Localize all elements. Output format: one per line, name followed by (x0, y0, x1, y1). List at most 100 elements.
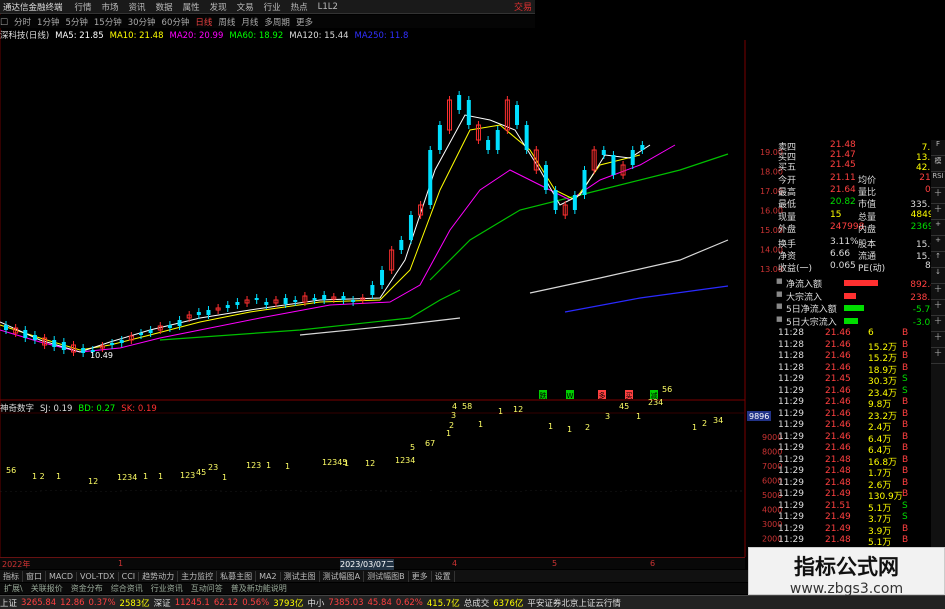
signal-label: 买 (626, 392, 633, 400)
period-tab[interactable]: 多周期 (264, 16, 290, 28)
toolbar-icon[interactable]: 十 (931, 348, 945, 364)
index-quote: 平安证券北京上证云行情 (527, 598, 621, 609)
info-tab[interactable]: 关联报价 (27, 583, 67, 594)
index-quote: 0.62% (395, 597, 423, 608)
candle-body (408, 215, 413, 240)
period-tab[interactable]: 更多 (296, 16, 313, 28)
index-quote: 中小 (307, 598, 325, 609)
period-tab[interactable]: 1分钟 (37, 16, 59, 28)
toolbar-icon[interactable]: ↓ (931, 268, 945, 284)
period-tab[interactable]: 分时 (14, 16, 31, 28)
indicator-tab[interactable]: 趋势动力 (139, 570, 179, 582)
toolbar-icon[interactable]: ↑ (931, 252, 945, 268)
candle-body (380, 270, 385, 285)
info-tab[interactable]: 行业资讯 (147, 583, 187, 594)
menu-item[interactable]: 数据 (156, 1, 173, 13)
period-tab[interactable]: 日线 (195, 16, 212, 28)
period-tab[interactable]: □ (0, 17, 8, 27)
stat-label: 现量 (778, 212, 797, 223)
count-label: 1 2 (32, 472, 45, 481)
order-book-row[interactable]: 买五21.4542.7万 (778, 160, 945, 173)
tick-time: 11:29 (778, 385, 804, 396)
tick-time: 11:29 (778, 512, 804, 522)
info-tab[interactable]: 扩展\ (0, 583, 27, 594)
toolbar-icon[interactable]: 十 (931, 332, 945, 348)
indicator-tab[interactable]: 测试幅图A (320, 570, 365, 582)
period-tab[interactable]: 15分钟 (94, 16, 122, 28)
toolbar-icon[interactable]: 十 (931, 204, 945, 220)
toolbar-icon[interactable]: 十 (931, 284, 945, 300)
tick-side: B (902, 408, 909, 419)
info-tab[interactable]: 互动问答 (187, 583, 227, 594)
indicator-tab[interactable]: 私募主图 (217, 570, 257, 582)
undefined (260, 491, 300, 498)
menu-item[interactable]: 发现 (210, 1, 227, 13)
period-tab[interactable]: 60分钟 (162, 16, 190, 28)
period-tab[interactable]: 月线 (241, 16, 258, 28)
indicator-tab[interactable]: 更多 (409, 570, 432, 582)
indicator-tab[interactable]: 设置 (432, 570, 455, 582)
indicator-tab[interactable]: 测试主图 (281, 570, 320, 582)
toolbar-icon[interactable]: 十 (931, 188, 945, 204)
toolbar-icon[interactable]: 十 (931, 300, 945, 316)
tick-time: 11:28 (778, 351, 804, 361)
indicator-tab[interactable]: 窗口 (23, 570, 46, 582)
period-tab[interactable]: 30分钟 (128, 16, 156, 28)
menu-item[interactable]: 市场 (102, 1, 119, 13)
indicator-tab[interactable]: 测试幅图B (364, 570, 409, 582)
candle-body (611, 155, 616, 175)
undefined (555, 472, 625, 491)
menu-item[interactable]: L1L2 (318, 2, 338, 12)
stat-row: 现量 15 总量 484949 (778, 210, 945, 223)
toolbar-icon[interactable]: 十 (931, 316, 945, 332)
menu-item[interactable]: 热点 (291, 1, 308, 13)
indicator-tab[interactable]: 主力监控 (178, 570, 218, 582)
tick-side: B (902, 454, 909, 465)
indicator-tab[interactable]: MA2 (256, 571, 281, 581)
app-title: 通达信金融终端 (3, 2, 63, 13)
indicator-tab[interactable]: VOL-TDX (77, 571, 119, 581)
info-tab[interactable]: 普及新功能说明 (227, 583, 291, 594)
tick-side: B (902, 362, 909, 373)
info-tab[interactable]: 综合资讯 (107, 583, 147, 594)
info-tab[interactable]: 资金分布 (67, 583, 107, 594)
order-level-label: 买五 (778, 163, 797, 173)
toolbar-icon[interactable]: F (931, 140, 945, 156)
tick-price: 21.46 (825, 362, 851, 373)
undefined (0, 486, 40, 491)
period-tab[interactable]: 周线 (218, 16, 235, 28)
count-label: 12 (88, 477, 98, 486)
menu-item[interactable]: 属性 (183, 1, 200, 13)
menu-item[interactable]: 文易 (237, 1, 254, 13)
menu-item[interactable]: 资讯 (129, 1, 146, 13)
undefined (120, 491, 220, 495)
trade-button[interactable]: 交易 (514, 0, 535, 13)
stat-row: 外盘 247998 内盘 236951 (778, 222, 945, 235)
fund-flow-row: ■ 5日大宗流入 -3.02亿 (776, 315, 945, 328)
candle-body (322, 295, 327, 300)
candle-body (264, 302, 269, 305)
stat-row: 换手3.11%股本15.6亿 (778, 237, 945, 250)
toolbar-icon[interactable]: + (931, 220, 945, 236)
menu-item[interactable]: 行情 (75, 1, 92, 13)
indicator-tab[interactable]: 指标 (0, 570, 23, 582)
flow-bar (844, 305, 864, 311)
candle-body (640, 145, 645, 150)
tick-price: 21.46 (825, 339, 851, 350)
menu-item[interactable]: 行业 (264, 1, 281, 13)
flow-bar (844, 317, 858, 324)
tick-side: B (902, 443, 909, 453)
toolbar-icon[interactable]: RSI (931, 172, 945, 188)
tick-time: 11:29 (778, 489, 804, 499)
indicator-tab[interactable]: MACD (46, 571, 77, 581)
tick-row: 11:29 21.48 16.8万 B (778, 454, 945, 468)
tick-time: 11:29 (778, 397, 804, 407)
stat-label: 量比 (858, 188, 877, 199)
indicator-tab[interactable]: CCI (119, 571, 140, 581)
tick-time: 11:28 (778, 328, 804, 338)
tick-time: 11:29 (778, 374, 804, 384)
period-tab[interactable]: 5分钟 (65, 16, 87, 28)
tick-side: B (902, 328, 909, 338)
toolbar-icon[interactable]: + (931, 236, 945, 252)
toolbar-icon[interactable]: 模 (931, 156, 945, 172)
